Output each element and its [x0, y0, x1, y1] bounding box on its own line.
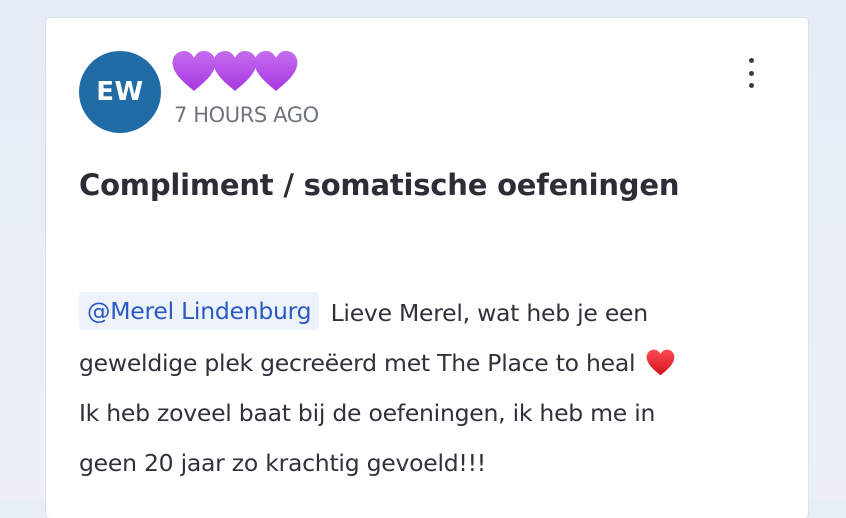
post-title: Compliment / somatische oefeningen — [79, 168, 680, 202]
purple-heart-icon — [252, 49, 300, 93]
mention-link[interactable]: @Merel Lindenburg — [79, 292, 320, 330]
kebab-dot — [748, 70, 754, 76]
body-line-4: geen 20 jaar zo krachtig gevoeld!!! — [79, 449, 486, 477]
more-options-icon[interactable] — [740, 58, 762, 88]
body-line-2: geweldige plek gecreëerd met The Place t… — [79, 349, 636, 377]
screen: EW ti — [0, 0, 846, 518]
body-line-3: Ik heb zoveel baat bij de oefeningen, ik… — [79, 399, 656, 427]
divider — [79, 250, 775, 251]
red-heart-icon — [645, 348, 676, 377]
post-card: EW ti — [46, 18, 808, 518]
kebab-dot — [748, 83, 754, 88]
user-avatar[interactable]: EW — [79, 51, 161, 133]
post-body: @Merel Lindenburg Lieve Merel, wat heb j… — [79, 288, 769, 488]
body-line-1: Lieve Merel, wat heb je een — [330, 299, 649, 327]
avatar-initials: EW — [96, 77, 144, 107]
post-timestamp: 7 HOURS AGO — [174, 103, 319, 127]
author-name[interactable]: ti — [170, 49, 298, 93]
kebab-dot — [748, 58, 754, 63]
